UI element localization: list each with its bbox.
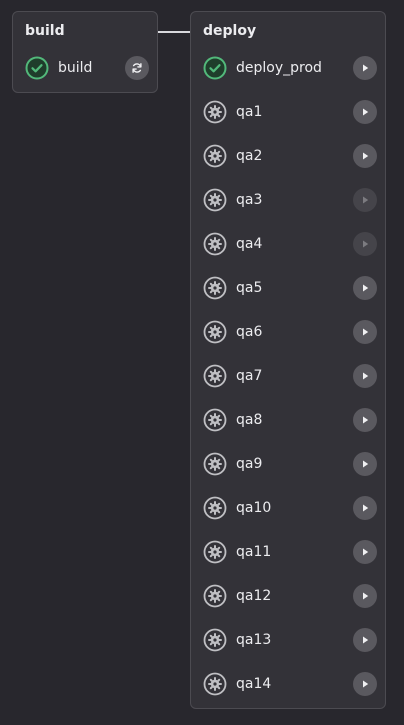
job-qa3[interactable]: qa3 [197,182,377,218]
job-qa12[interactable]: qa12 [197,578,377,614]
stage-title-deploy: deploy [203,23,257,39]
check-circle-icon [25,56,49,80]
job-name: qa1 [236,104,263,120]
play-icon [359,678,371,690]
stage-deploy: deploy deploy_prod qa1 qa2 qa3 qa4 qa5 qa6 qa7 q… [190,11,386,709]
play-icon [359,282,371,294]
gear-circle-icon [203,496,227,520]
gear-circle-icon [203,188,227,212]
gear-circle-icon [203,320,227,344]
play-icon [359,238,371,250]
job-qa6[interactable]: qa6 [197,314,377,350]
play-button[interactable] [353,584,377,608]
job-name: qa5 [236,280,263,296]
gear-circle-icon [203,584,227,608]
play-button[interactable] [353,276,377,300]
play-button[interactable] [353,672,377,696]
job-qa2[interactable]: qa2 [197,138,377,174]
job-name: build [58,60,93,76]
job-name: qa11 [236,544,272,560]
job-name: qa3 [236,192,263,208]
retry-icon [131,62,143,74]
stage-connector [158,31,190,33]
gear-circle-icon [203,364,227,388]
gear-circle-icon [203,672,227,696]
play-button[interactable] [353,540,377,564]
play-button[interactable] [353,56,377,80]
play-button[interactable] [353,496,377,520]
gear-circle-icon [203,144,227,168]
job-name: qa9 [236,456,263,472]
job-name: qa6 [236,324,263,340]
play-icon [359,150,371,162]
play-icon [359,194,371,206]
play-icon [359,326,371,338]
job-qa10[interactable]: qa10 [197,490,377,526]
check-circle-icon [203,56,227,80]
job-qa1[interactable]: qa1 [197,94,377,130]
stage-build: build build [12,11,158,93]
play-icon [359,546,371,558]
play-icon [359,458,371,470]
job-qa5[interactable]: qa5 [197,270,377,306]
gear-circle-icon [203,408,227,432]
gear-circle-icon [203,232,227,256]
job-build[interactable]: build [19,50,149,86]
play-button[interactable] [353,628,377,652]
play-icon [359,62,371,74]
pipeline-graph: build build deploy deploy_prod qa1 qa2 qa3 q… [0,0,404,725]
job-qa11[interactable]: qa11 [197,534,377,570]
job-qa13[interactable]: qa13 [197,622,377,658]
job-qa4[interactable]: qa4 [197,226,377,262]
gear-circle-icon [203,452,227,476]
stage-title-build: build [25,23,65,39]
job-name: deploy_prod [236,60,322,76]
job-name: qa12 [236,588,272,604]
play-button[interactable] [353,320,377,344]
gear-circle-icon [203,276,227,300]
play-icon [359,106,371,118]
job-qa8[interactable]: qa8 [197,402,377,438]
gear-circle-icon [203,100,227,124]
play-button [353,232,377,256]
job-name: qa13 [236,632,272,648]
job-deploy_prod[interactable]: deploy_prod [197,50,377,86]
play-icon [359,414,371,426]
job-name: qa14 [236,676,272,692]
gear-circle-icon [203,540,227,564]
play-icon [359,634,371,646]
job-name: qa7 [236,368,263,384]
job-qa7[interactable]: qa7 [197,358,377,394]
play-button[interactable] [353,408,377,432]
job-name: qa4 [236,236,263,252]
job-name: qa10 [236,500,272,516]
play-button[interactable] [353,100,377,124]
play-icon [359,590,371,602]
play-icon [359,502,371,514]
gear-circle-icon [203,628,227,652]
job-name: qa8 [236,412,263,428]
play-button[interactable] [353,144,377,168]
play-icon [359,370,371,382]
job-qa14[interactable]: qa14 [197,666,377,702]
retry-button[interactable] [125,56,149,80]
job-name: qa2 [236,148,263,164]
play-button [353,188,377,212]
play-button[interactable] [353,364,377,388]
play-button[interactable] [353,452,377,476]
job-qa9[interactable]: qa9 [197,446,377,482]
